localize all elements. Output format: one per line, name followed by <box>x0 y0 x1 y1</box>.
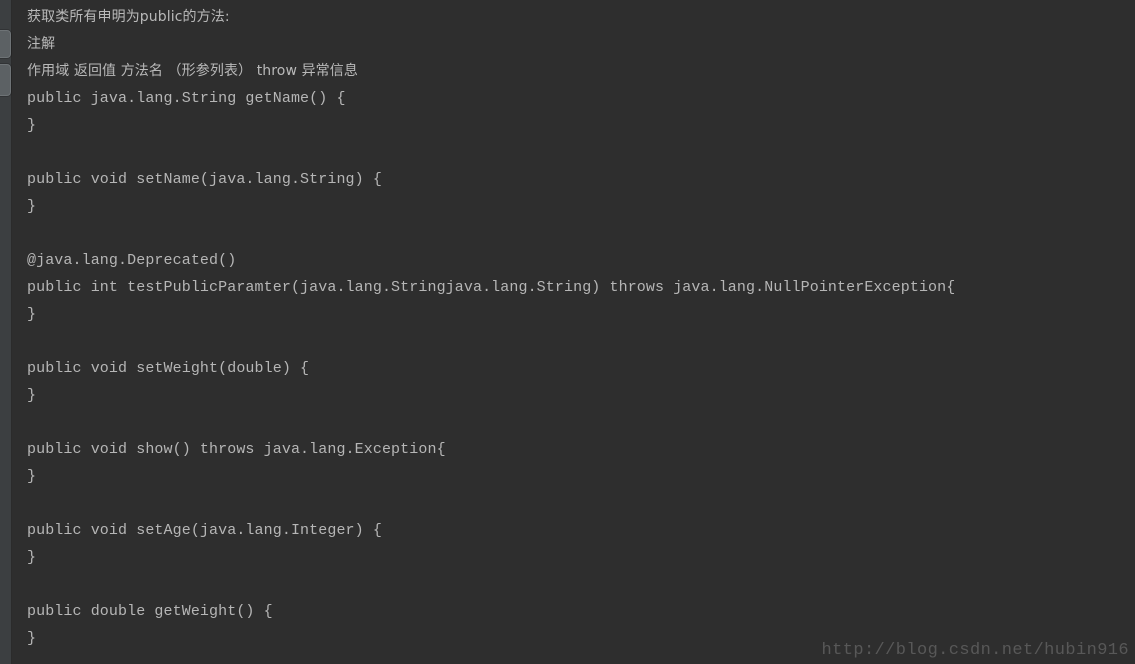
console-line: public void show() throws java.lang.Exce… <box>27 441 446 458</box>
console-line: public void setAge(java.lang.Integer) { <box>27 522 382 539</box>
console-line: public java.lang.String getName() { <box>27 90 346 107</box>
stripe-button-structure[interactable] <box>0 30 11 58</box>
console-line: 获取类所有申明为public的方法: <box>27 9 230 25</box>
console-line: 注解 <box>27 36 56 52</box>
ide-window: 获取类所有申明为public的方法: 注解作用域 返回值 方法名 （形参列表） t… <box>0 0 1135 664</box>
console-line: } <box>27 549 37 566</box>
console-line: } <box>27 468 37 485</box>
console-line: public double getWeight() { <box>27 603 273 620</box>
console-line: } <box>27 117 37 134</box>
console-line: 作用域 返回值 方法名 （形参列表） throw 异常信息 <box>27 63 358 79</box>
console-line: } <box>27 198 37 215</box>
console-output-panel[interactable]: 获取类所有申明为public的方法: 注解作用域 返回值 方法名 （形参列表） t… <box>12 0 1135 664</box>
console-line: } <box>27 387 37 404</box>
console-line: @java.lang.Deprecated() <box>27 252 237 269</box>
console-line: public int testPublicParamter(java.lang.… <box>27 279 956 296</box>
watermark-url: http://blog.csdn.net/hubin916 <box>821 641 1129 660</box>
tool-window-stripe <box>0 0 12 664</box>
console-line: public void setWeight(double) { <box>27 360 310 377</box>
stripe-button-favorites[interactable] <box>0 64 11 96</box>
console-output-text: 获取类所有申明为public的方法: 注解作用域 返回值 方法名 （形参列表） t… <box>27 4 1135 652</box>
console-line: } <box>27 306 37 323</box>
console-line: public void setName(java.lang.String) { <box>27 171 382 188</box>
